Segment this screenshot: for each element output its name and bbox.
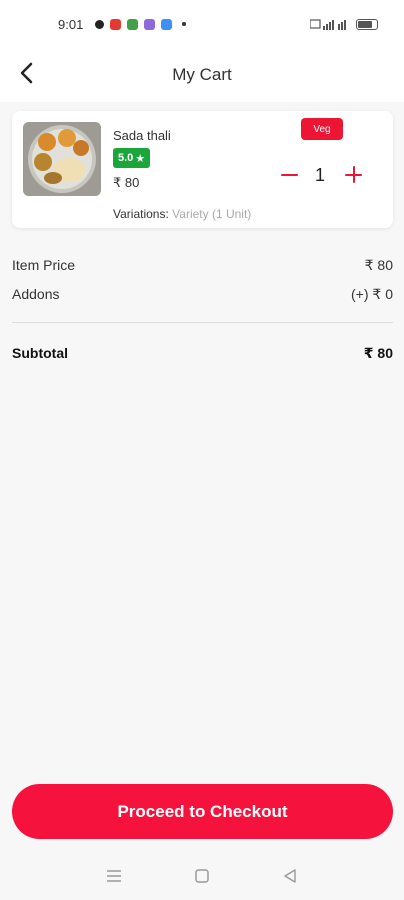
status-time: 9:01 xyxy=(58,16,84,32)
menu-nav-button[interactable] xyxy=(102,864,126,888)
status-bar: 9:01 xyxy=(0,0,404,48)
back-triangle-icon xyxy=(284,869,296,883)
item-price: ₹ 80 xyxy=(113,175,140,190)
item-price-label: Item Price xyxy=(12,257,76,273)
increase-quantity-button[interactable] xyxy=(343,164,365,186)
subtotal-value: ₹ 80 xyxy=(363,345,393,361)
back-nav-button[interactable] xyxy=(278,864,302,888)
menu-icon xyxy=(107,870,121,882)
back-button[interactable] xyxy=(12,58,42,88)
app-icon-blue xyxy=(161,18,173,30)
signal-icon xyxy=(310,19,346,30)
system-nav-bar xyxy=(0,852,404,900)
home-nav-button[interactable] xyxy=(190,864,214,888)
star-icon: ★ xyxy=(135,152,146,165)
page-title: My Cart xyxy=(172,65,232,84)
rating-badge: 5.0 ★ xyxy=(113,148,151,168)
item-name: Sada thali xyxy=(113,128,171,143)
addons-value: (+) ₹ 0 xyxy=(351,286,393,302)
rating-value: 5.0 xyxy=(118,152,134,164)
quantity-value: 1 xyxy=(315,165,326,185)
home-square-icon xyxy=(195,869,209,883)
food-image xyxy=(23,122,101,196)
app-icon-red xyxy=(110,18,122,30)
addons-label: Addons xyxy=(12,286,60,302)
subtotal-label: Subtotal xyxy=(12,345,68,361)
subtotal-row: Subtotal ₹ 80 xyxy=(12,345,393,362)
system-icons xyxy=(310,18,378,30)
back-arrow-icon xyxy=(20,62,33,84)
variations: Variations: Variety (1 Unit) xyxy=(113,207,251,221)
snapchat-icon xyxy=(95,19,105,29)
veg-tag: Veg xyxy=(301,118,343,140)
item-price-row: Item Price ₹ 80 xyxy=(12,257,393,274)
variations-value: Variety (1 Unit) xyxy=(172,207,252,221)
notification-icons xyxy=(95,18,187,30)
app-bar: My Cart xyxy=(0,48,404,102)
addons-row: Addons (+) ₹ 0 xyxy=(12,286,393,303)
app-icon-green xyxy=(127,18,139,30)
variations-label: Variations: xyxy=(113,207,169,221)
divider xyxy=(12,322,393,323)
more-dot-icon xyxy=(182,22,187,26)
app-icon-purple xyxy=(144,18,156,30)
cart-item-card: Sada thali 5.0 ★ ₹ 80 Veg 1 Variations: … xyxy=(12,111,393,228)
proceed-to-checkout-button[interactable]: Proceed to Checkout xyxy=(12,784,393,839)
decrease-quantity-button[interactable] xyxy=(278,164,300,186)
item-price-value: ₹ 80 xyxy=(364,257,393,273)
battery-icon xyxy=(356,18,378,30)
